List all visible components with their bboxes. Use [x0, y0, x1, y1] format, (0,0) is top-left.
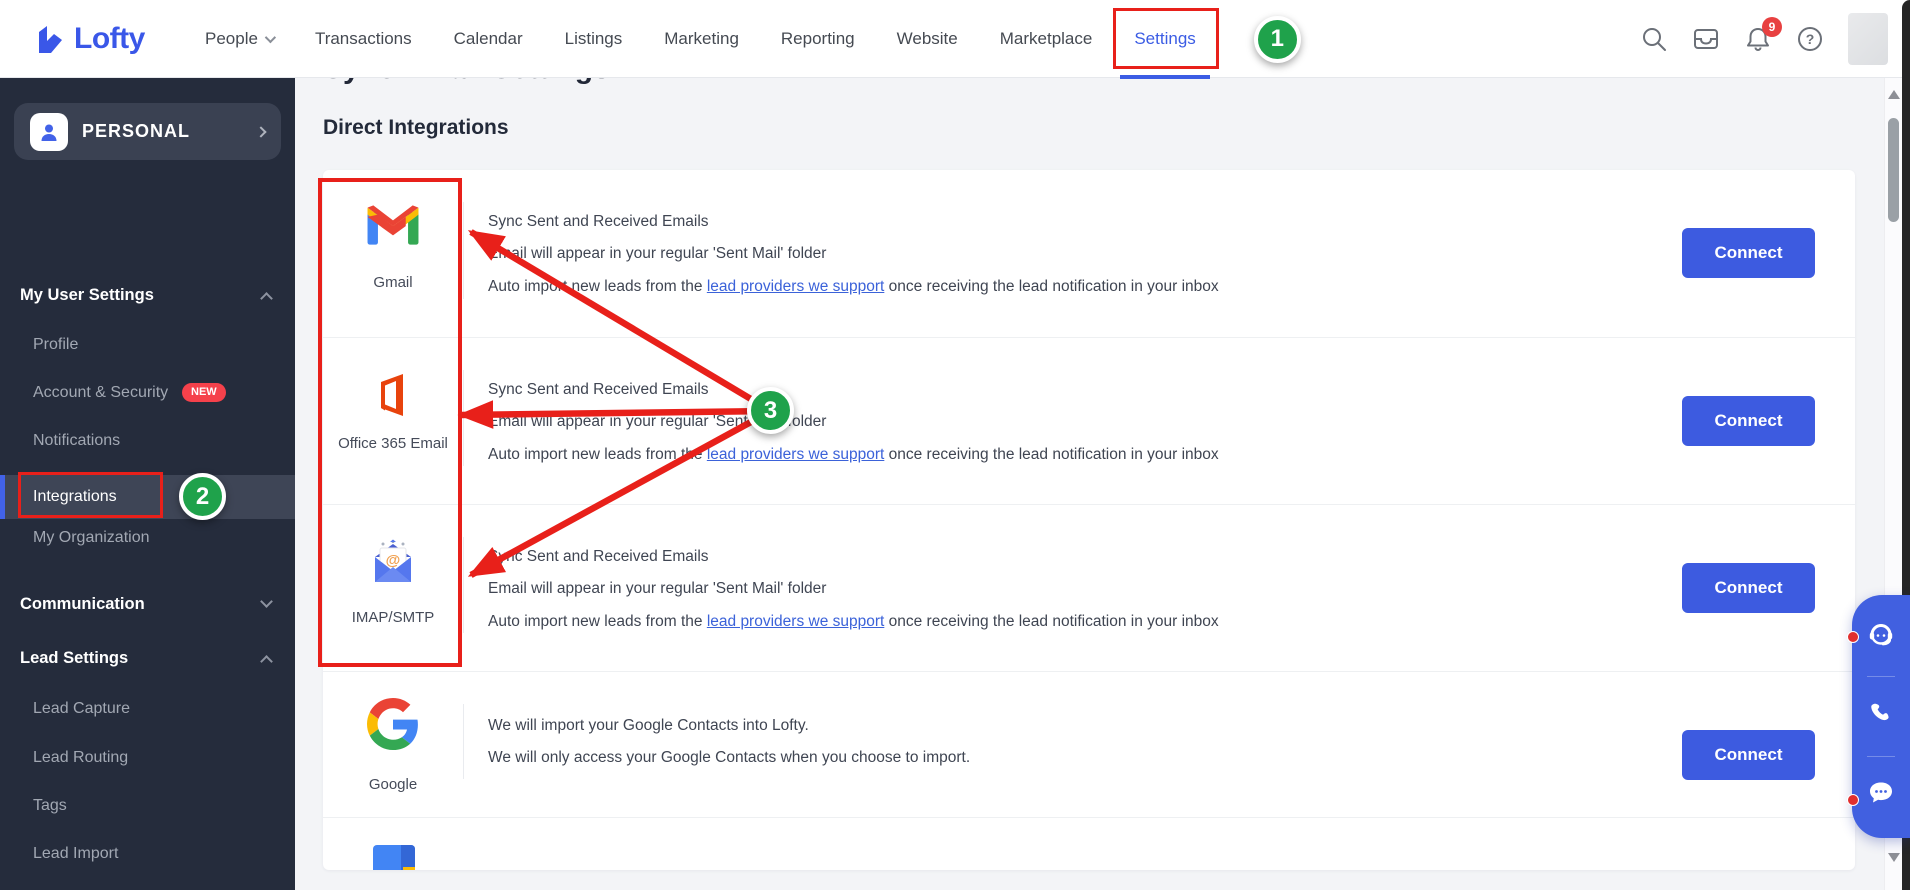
integration-row-google: Google We will import your Google Contac… — [323, 672, 1855, 818]
integration-desc-line: Sync Sent and Received Emails — [488, 547, 709, 567]
workspace-avatar-icon — [30, 113, 68, 151]
integration-desc-line: Email will appear in your regular 'Sent … — [488, 579, 826, 599]
settings-sidebar: PERSONAL My User Settings Profile Accoun… — [0, 78, 295, 890]
nav-item-settings[interactable]: Settings — [1134, 29, 1195, 49]
support-widget — [1852, 595, 1910, 838]
divider — [463, 370, 464, 466]
sidebar-item-lead-import[interactable]: Lead Import — [0, 841, 295, 867]
divider — [463, 537, 464, 633]
sidebar-item-notifications[interactable]: Notifications — [0, 428, 295, 454]
chevron-right-icon — [255, 126, 266, 137]
sidebar-item-profile[interactable]: Profile — [0, 332, 295, 358]
integrations-card: Gmail Sync Sent and Received Emails Emai… — [323, 170, 1855, 870]
chevron-down-icon — [265, 32, 276, 43]
active-tab-indicator — [1120, 75, 1209, 79]
main-content: Sync Email Settings Direct Integrations … — [295, 78, 1910, 890]
nav-right-icons: 9 ? — [1640, 0, 1888, 78]
integration-desc-line: We will only access your Google Contacts… — [488, 748, 970, 768]
annotation-box-integrations — [18, 472, 163, 518]
sidebar-item-lead-capture[interactable]: Lead Capture — [0, 696, 295, 722]
integration-row-gmail: Gmail Sync Sent and Received Emails Emai… — [323, 170, 1855, 338]
connect-office365-button[interactable]: Connect — [1682, 396, 1815, 446]
nav-item-reporting[interactable]: Reporting — [781, 29, 855, 49]
sidebar-group-communication[interactable]: Communication — [0, 591, 295, 617]
scrollbar-thumb[interactable] — [1888, 118, 1899, 222]
nav-item-transactions[interactable]: Transactions — [315, 29, 412, 49]
annotation-step-1-badge: 1 — [1254, 16, 1301, 63]
divider — [1867, 676, 1895, 677]
integration-row-office365: Office 365 Email Sync Sent and Received … — [323, 338, 1855, 505]
connect-google-button[interactable]: Connect — [1682, 730, 1815, 780]
integration-desc-line: Sync Sent and Received Emails — [488, 212, 709, 232]
sidebar-item-my-organization[interactable]: My Organization — [0, 525, 295, 551]
lofty-logo[interactable]: Lofty — [34, 0, 145, 78]
divider — [463, 704, 464, 779]
chevron-up-icon — [260, 292, 273, 305]
scroll-down-arrow-icon[interactable] — [1888, 853, 1900, 862]
support-agent-icon[interactable] — [1866, 620, 1896, 655]
lead-providers-link[interactable]: lead providers we support — [707, 278, 885, 295]
new-badge: NEW — [182, 383, 226, 402]
notification-dot — [1847, 794, 1859, 806]
google-icon-cell: Google — [323, 672, 463, 817]
chevron-down-icon — [260, 595, 273, 608]
integration-row-imap-smtp: @ IMAP/SMTP Sync Sent and Received Email… — [323, 505, 1855, 672]
integration-desc-line: Auto import new leads from the lead prov… — [488, 612, 1219, 632]
user-avatar[interactable] — [1848, 13, 1888, 65]
annotation-box-email-icons — [318, 178, 462, 667]
sidebar-group-my-user-settings[interactable]: My User Settings — [0, 282, 295, 308]
notifications-bell-icon[interactable]: 9 — [1744, 25, 1772, 53]
svg-text:?: ? — [1806, 31, 1815, 47]
lead-providers-link[interactable]: lead providers we support — [707, 446, 885, 463]
connect-imap-button[interactable]: Connect — [1682, 563, 1815, 613]
integration-desc-line: We will import your Google Contacts into… — [488, 716, 809, 736]
sidebar-item-account-security[interactable]: Account & Security NEW — [0, 380, 295, 406]
integration-desc-line: Sync Sent and Received Emails — [488, 380, 709, 400]
nav-item-calendar[interactable]: Calendar — [454, 29, 523, 49]
sidebar-group-lead-settings[interactable]: Lead Settings — [0, 645, 295, 671]
integration-desc-line: Email will appear in your regular 'Sent … — [488, 244, 826, 264]
section-title: Direct Integrations — [323, 116, 509, 140]
notification-dot — [1847, 631, 1859, 643]
lofty-logo-text: Lofty — [74, 22, 145, 56]
divider — [1867, 756, 1895, 757]
integration-desc-line: Auto import new leads from the lead prov… — [488, 277, 1219, 297]
workspace-name: PERSONAL — [82, 121, 243, 142]
nav-item-listings[interactable]: Listings — [565, 29, 623, 49]
inbox-tray-icon[interactable] — [1692, 25, 1720, 53]
help-icon[interactable]: ? — [1796, 25, 1824, 53]
annotation-step-2-badge: 2 — [179, 473, 226, 520]
nav-menu: People Transactions Calendar Listings Ma… — [205, 0, 1301, 78]
integration-desc-line: Auto import new leads from the lead prov… — [488, 445, 1219, 465]
annotation-step-3-badge: 3 — [747, 387, 794, 434]
integration-label: Google — [323, 776, 463, 793]
workspace-selector[interactable]: PERSONAL — [14, 103, 281, 160]
search-icon[interactable] — [1640, 25, 1668, 53]
page-title-clipped: Sync Email Settings — [323, 78, 610, 86]
connect-gmail-button[interactable]: Connect — [1682, 228, 1815, 278]
sidebar-item-lead-routing[interactable]: Lead Routing — [0, 745, 295, 771]
top-navigation-bar: Lofty People Transactions Calendar Listi… — [0, 0, 1910, 78]
nav-item-website[interactable]: Website — [897, 29, 958, 49]
nav-item-people[interactable]: People — [205, 29, 273, 49]
annotation-box-settings — [1113, 8, 1218, 69]
notification-count-badge: 9 — [1762, 17, 1782, 37]
lead-providers-link[interactable]: lead providers we support — [707, 613, 885, 630]
google-icon — [367, 698, 419, 755]
divider — [463, 202, 464, 299]
nav-item-marketplace[interactable]: Marketplace — [1000, 29, 1093, 49]
nav-item-marketing[interactable]: Marketing — [664, 29, 739, 49]
scroll-up-arrow-icon[interactable] — [1888, 90, 1900, 99]
sidebar-item-tags[interactable]: Tags — [0, 793, 295, 819]
chat-bubble-icon[interactable] — [1867, 779, 1895, 812]
chevron-up-icon — [260, 655, 273, 668]
phone-icon[interactable] — [1868, 701, 1894, 732]
lofty-logo-icon — [34, 23, 66, 55]
partial-next-integration-icon — [373, 845, 415, 870]
